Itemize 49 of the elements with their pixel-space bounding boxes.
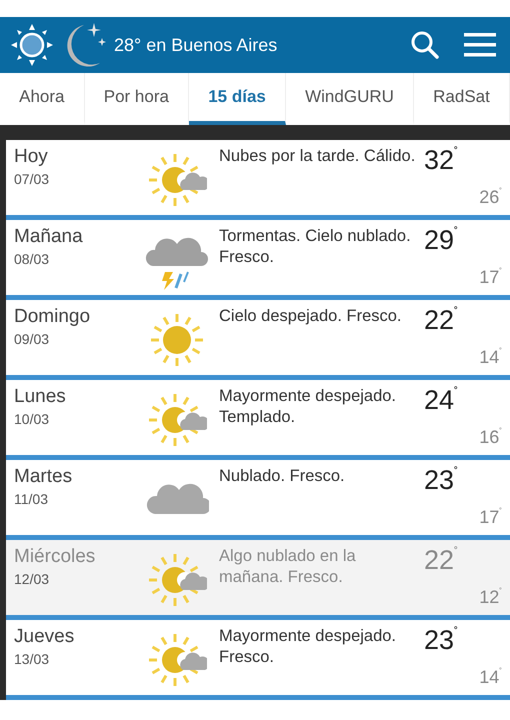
weather-description: Mayormente despejado. Templado. [219,386,398,428]
day-date: 07/03 [14,170,50,189]
weather-description: Nubes por la tarde. Cálido. [219,146,416,167]
day-date: 11/03 [14,490,49,509]
day-date: 13/03 [14,650,50,669]
forecast-row[interactable]: Miércoles 12/03 Algo nublado en la mañana. Fresco. 22$^{˚}$ 12$^{˚}$ [6,540,510,620]
low-temperature: 14$^{˚}$ [479,346,502,369]
forecast-row[interactable]: Lunes 10/03 Mayormente despejado. Templado. 24$^{˚}$ 16$^{˚}$ [6,380,510,460]
high-temperature: 32$^{˚}$ [424,146,460,176]
low-temperature: 16$^{˚}$ [479,426,502,449]
day-name: Martes [14,466,74,489]
day-name: Hoy [14,146,49,169]
low-temperature: 17$^{˚}$ [479,506,502,529]
high-temperature: 22$^{˚}$ [424,306,460,336]
low-temperature: 14$^{˚}$ [479,666,502,689]
forecast-row[interactable]: Hoy 07/03 Nubes por la tarde. Cálido. 32$^{˚}$ 26$^{˚}$ [6,140,510,220]
high-temperature: 24$^{˚}$ [424,386,460,416]
menu-icon [464,32,496,58]
day-name: Lunes [14,386,67,409]
day-name: Mañana [14,226,84,249]
low-temperature: 26$^{˚}$ [479,186,502,209]
forecast-row[interactable]: Mañana 08/03 Tormentas. Cielo nublado. Fresco. 29$^{˚}$ 17$^{˚}$ [6,220,510,300]
high-temperature: 23$^{˚}$ [424,466,460,496]
menu-button[interactable] [464,32,496,58]
weather-description: Tormentas. Cielo nublado. Fresco. [219,226,412,268]
low-temperature: 17$^{˚}$ [479,266,502,289]
search-button[interactable] [410,30,440,60]
day-name: Domingo [14,306,92,329]
day-name: Jueves [14,626,76,649]
day-name: Miércoles [14,546,96,569]
sun-icon [10,23,54,67]
weather-description: Mayormente despejado. Fresco. [219,626,398,668]
forecast-row[interactable]: Martes 11/03 Nublado. Fresco. 23$^{˚}$ 17$^{˚}$ [6,460,510,540]
weather-description: Nublado. Fresco. [219,466,346,487]
search-icon [410,30,440,60]
high-temperature: 23$^{˚}$ [424,626,460,656]
forecast-row[interactable]: Jueves 13/03 Mayormente despejado. Fresco. 23$^{˚}$ 14$^{˚}$ [6,620,510,700]
day-date: 10/03 [14,410,50,429]
day-date: 08/03 [14,250,50,269]
tab[interactable]: 15 días [189,73,286,125]
high-temperature: 29$^{˚}$ [424,226,460,256]
forecast-row[interactable]: Domingo 09/03 Cielo despejado. Fresco. 22$^{˚}$ 14$^{˚}$ [6,300,510,380]
low-temperature: 12$^{˚}$ [479,586,502,609]
weather-description: Cielo despejado. Fresco. [219,306,403,327]
day-date: 12/03 [14,570,50,589]
weather-description: Algo nublado en la mañana. Fresco. [219,546,357,588]
high-temperature: 22$^{˚}$ [424,546,460,576]
location-title: 28° en Buenos Aires [114,34,278,56]
day-date: 09/03 [14,330,50,349]
